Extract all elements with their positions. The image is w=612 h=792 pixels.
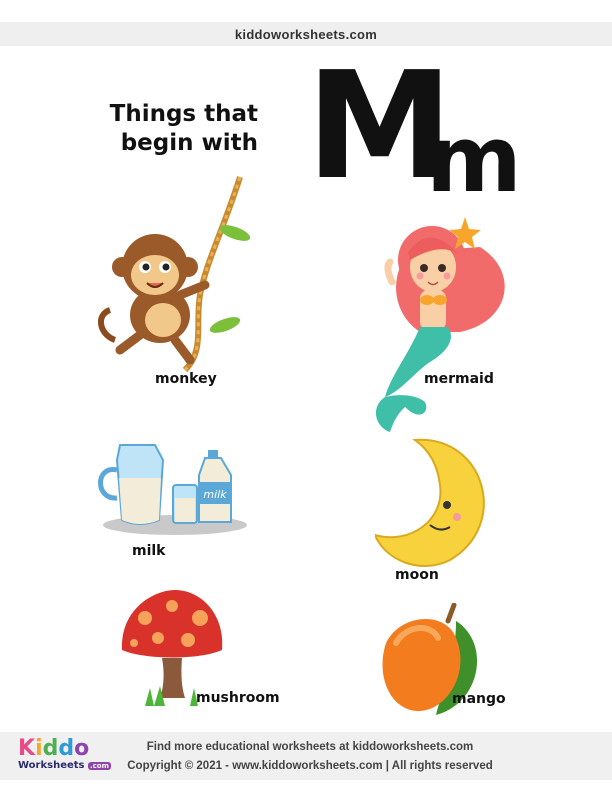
- svg-text:milk: milk: [203, 488, 227, 501]
- item-label-moon: moon: [395, 567, 439, 583]
- letter-lowercase: m: [426, 106, 522, 213]
- monkey-icon: [98, 176, 251, 373]
- moon-icon: [375, 438, 485, 567]
- logo-subtitle: Worksheets .com: [18, 760, 111, 771]
- footer-line-copyright: Copyright © 2021 - www.kiddoworksheets.c…: [127, 760, 493, 772]
- featured-letter: M m: [306, 52, 522, 206]
- mermaid-icon: [375, 217, 505, 432]
- heading-line-1: Things that: [109, 101, 258, 127]
- item-label-mango: mango: [452, 691, 506, 707]
- item-label-mermaid: mermaid: [424, 371, 494, 387]
- item-label-milk: milk: [132, 543, 166, 559]
- footer-line-more-worksheets: Find more educational worksheets at kidd…: [146, 741, 474, 753]
- item-label-monkey: monkey: [155, 371, 217, 387]
- worksheet-heading: Things that begin with: [108, 100, 258, 158]
- heading-line-2: begin with: [120, 130, 258, 156]
- logo-wordmark: Kiddo: [18, 736, 90, 761]
- milk-icon: milk: [98, 444, 247, 535]
- kiddo-worksheets-logo: Kiddo Worksheets .com: [18, 738, 114, 778]
- item-label-mushroom: mushroom: [196, 690, 280, 706]
